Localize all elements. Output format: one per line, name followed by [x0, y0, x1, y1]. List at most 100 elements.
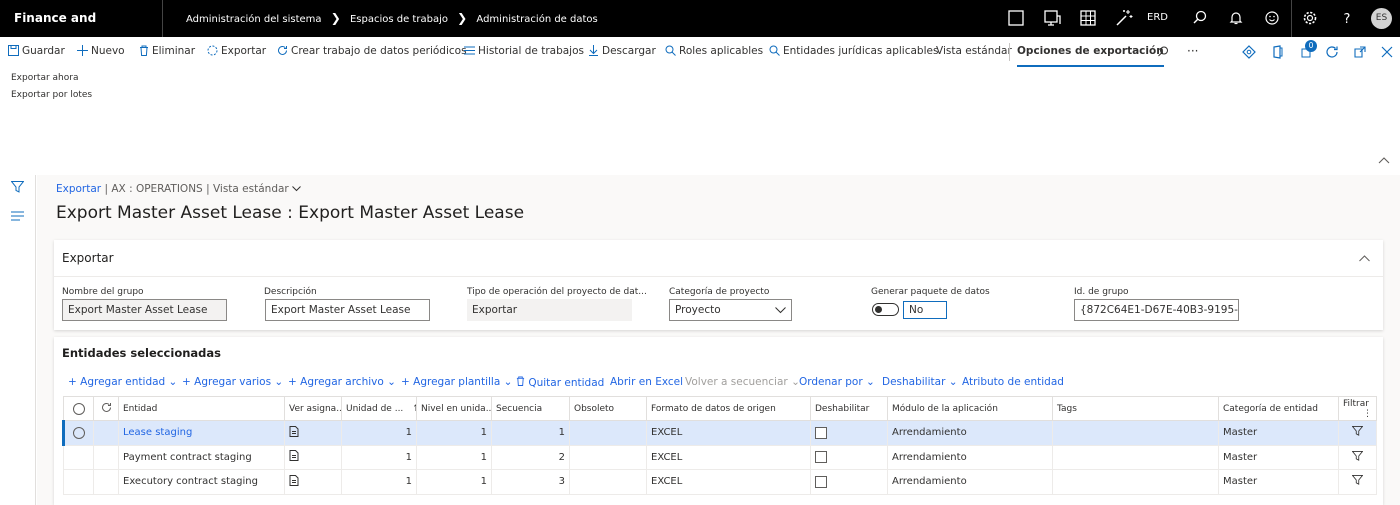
more-options-button[interactable]: ···	[1187, 37, 1198, 67]
checkbox[interactable]	[815, 475, 827, 488]
notification-badge: 0	[1305, 40, 1317, 52]
delete-button[interactable]: Eliminar	[139, 37, 195, 67]
row-spacer	[93, 444, 119, 470]
section-title-export[interactable]: Exportar	[62, 251, 114, 265]
view-map-cell[interactable]	[284, 420, 342, 446]
chevron-down-icon[interactable]	[292, 186, 301, 192]
present-icon[interactable]	[1042, 8, 1062, 28]
help-icon[interactable]: ?	[1337, 8, 1357, 28]
project-category-select[interactable]: Proyecto	[669, 299, 792, 321]
view-map-cell[interactable]	[284, 469, 342, 495]
app-title[interactable]: Finance and Operations	[0, 0, 163, 61]
filter-cell[interactable]	[1338, 444, 1377, 470]
open-new-window-icon[interactable]	[1352, 44, 1368, 60]
column-header-sequence[interactable]: Secuencia	[491, 396, 570, 421]
table-row[interactable]: Executory contract staging 1 1 3 EXCEL A…	[63, 469, 1377, 495]
breadcrumb-item[interactable]: Administración del sistema	[186, 2, 322, 38]
refresh-column-header[interactable]	[93, 396, 119, 421]
refresh-icon[interactable]	[1324, 44, 1340, 60]
applicable-roles-button[interactable]: Roles aplicables	[665, 37, 763, 67]
generate-package-toggle[interactable]	[872, 303, 899, 316]
row-select-radio[interactable]	[63, 444, 94, 470]
chevron-up-icon[interactable]	[1378, 156, 1390, 164]
download-button[interactable]: Descargar	[588, 37, 656, 67]
entity-attribute-button[interactable]: Atributo de entidad	[962, 376, 1064, 388]
breadcrumb-item[interactable]: Espacios de trabajo	[350, 2, 448, 38]
filter-icon[interactable]	[11, 181, 24, 193]
menu-item-export-now[interactable]: Exportar ahora	[11, 73, 78, 83]
chevron-up-icon[interactable]	[1359, 255, 1370, 262]
square-icon[interactable]	[1006, 8, 1026, 28]
disable-button[interactable]: Deshabilitar ⌄	[882, 376, 958, 388]
description-field[interactable]: Export Master Asset Lease	[265, 299, 430, 321]
company-selector[interactable]: ERD	[1147, 0, 1168, 36]
disable-checkbox-cell[interactable]	[810, 420, 888, 446]
column-header-tags[interactable]: Tags	[1052, 396, 1219, 421]
row-select-radio[interactable]	[62, 420, 94, 446]
create-recurring-job-button[interactable]: Crear trabajo de datos periódicos	[277, 37, 467, 67]
resequence-button[interactable]: Volver a secuenciar ⌄	[685, 376, 800, 388]
row-select-radio[interactable]	[63, 469, 94, 495]
gear-icon[interactable]	[1300, 8, 1320, 28]
remove-entity-button[interactable]: Quitar entidad	[516, 376, 604, 389]
bell-icon[interactable]	[1226, 8, 1246, 28]
column-header-module[interactable]: Módulo de la aplicación	[887, 396, 1053, 421]
column-header-entity-category[interactable]: Categoría de entidad	[1218, 396, 1339, 421]
save-button[interactable]: Guardar	[8, 37, 65, 67]
smiley-icon[interactable]	[1262, 8, 1282, 28]
obsolete-cell	[569, 444, 647, 470]
column-header-entity[interactable]: Entidad	[118, 396, 285, 421]
view-map-cell[interactable]	[284, 444, 342, 470]
magic-wand-icon[interactable]	[1114, 8, 1134, 28]
search-icon[interactable]	[1158, 46, 1169, 57]
entity-cell[interactable]: Lease staging	[118, 420, 285, 446]
add-template-button[interactable]: + Agregar plantilla ⌄	[401, 376, 512, 388]
office-icon[interactable]	[1270, 44, 1286, 60]
entity-cell[interactable]: Executory contract staging	[118, 469, 285, 495]
export-button[interactable]: Exportar	[207, 37, 266, 67]
view-selector[interactable]: Vista estándar	[213, 183, 289, 195]
filter-cell[interactable]	[1338, 469, 1377, 495]
module-cell: Arrendamiento	[887, 469, 1053, 495]
close-icon[interactable]	[1379, 44, 1395, 60]
column-header-obsolete[interactable]: Obsoleto	[569, 396, 647, 421]
column-header-disable[interactable]: Deshabilitar	[810, 396, 888, 421]
column-header-view-map[interactable]: Ver asigna...	[284, 396, 342, 421]
applicable-legal-entities-button[interactable]: Entidades jurídicas aplicables	[769, 37, 938, 67]
job-history-button[interactable]: Historial de trabajos	[464, 37, 584, 67]
table-row[interactable]: Lease staging 1 1 1 EXCEL Arrendamiento …	[62, 420, 1377, 446]
plus-icon	[77, 45, 88, 56]
table-row[interactable]: Payment contract staging 1 1 2 EXCEL Arr…	[63, 444, 1377, 470]
add-multiple-button[interactable]: + Agregar varios ⌄	[182, 376, 283, 388]
checkbox[interactable]	[815, 451, 827, 464]
search-icon[interactable]	[1190, 8, 1210, 28]
column-header-source-format[interactable]: Formato de datos de origen	[646, 396, 811, 421]
disable-checkbox-cell[interactable]	[810, 469, 888, 495]
filter-cell[interactable]	[1338, 420, 1377, 446]
add-file-button[interactable]: + Agregar archivo ⌄	[288, 376, 396, 388]
group-name-field[interactable]: Export Master Asset Lease	[62, 299, 227, 321]
new-button[interactable]: Nuevo	[77, 37, 125, 67]
group-id-field[interactable]: {872C64E1-D67E-40B3-9195-56...	[1074, 299, 1239, 321]
entity-cell[interactable]: Payment contract staging	[118, 444, 285, 470]
sort-by-button[interactable]: Ordenar por ⌄	[799, 376, 875, 388]
tab-export-options[interactable]: Opciones de exportación	[1017, 37, 1164, 67]
calculator-icon[interactable]	[1078, 8, 1098, 28]
breadcrumb-item[interactable]: Administración de datos	[476, 2, 597, 38]
open-in-excel-button[interactable]: Abrir en Excel	[610, 376, 683, 388]
standard-view-button[interactable]: Vista estándar	[936, 37, 1012, 67]
menu-lines-icon[interactable]	[11, 211, 24, 221]
diamond-icon[interactable]	[1241, 44, 1257, 60]
select-all-radio[interactable]	[63, 396, 94, 421]
column-header-level[interactable]: Nivel en unida...	[416, 396, 492, 421]
section-title-entities[interactable]: Entidades seleccionadas	[62, 346, 221, 360]
checkbox[interactable]	[815, 426, 827, 439]
column-header-unit[interactable]: Unidad de ... ↑	[341, 396, 417, 421]
menu-item-export-batch[interactable]: Exportar por lotes	[11, 90, 92, 100]
disable-checkbox-cell[interactable]	[810, 444, 888, 470]
avatar[interactable]: ES	[1371, 8, 1392, 29]
breadcrumb-export-link[interactable]: Exportar	[56, 183, 101, 195]
add-multiple-label: Agregar varios	[194, 376, 272, 388]
column-header-filter[interactable]: Filtrar ⋮	[1338, 396, 1377, 421]
add-entity-button[interactable]: + Agregar entidad ⌄	[68, 376, 177, 388]
